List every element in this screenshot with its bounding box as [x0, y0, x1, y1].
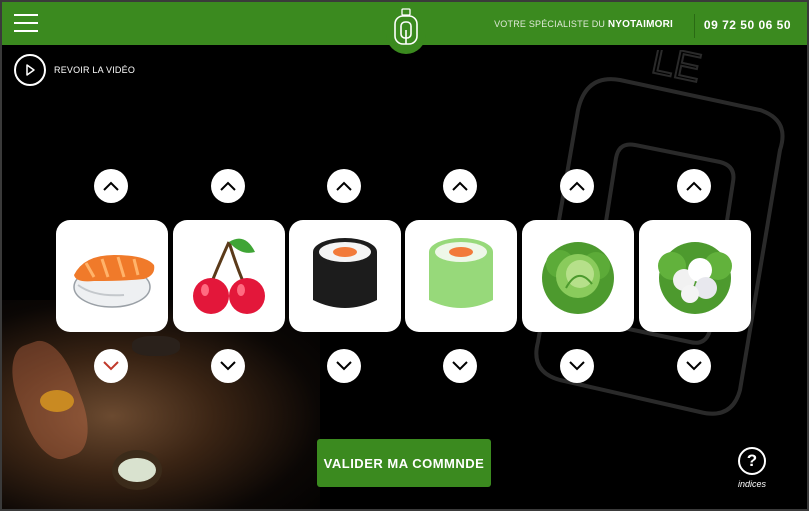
item-card-cherries[interactable]: [173, 220, 285, 332]
cabbage-icon: [542, 242, 614, 314]
cauliflower-icon: [658, 242, 732, 314]
chevron-up-icon[interactable]: [94, 169, 128, 203]
phone-number[interactable]: 09 72 50 06 50: [704, 18, 791, 32]
chevron-down-icon[interactable]: [94, 349, 128, 383]
replay-video-button[interactable]: REVOIR LA VIDÉO: [14, 54, 135, 86]
chevron-up-icon[interactable]: [443, 169, 477, 203]
item-card-black-maki[interactable]: [289, 220, 401, 332]
chevron-down-icon[interactable]: [211, 349, 245, 383]
logo[interactable]: [386, 2, 426, 54]
validate-order-button[interactable]: VALIDER MA COMMNDE: [317, 439, 491, 487]
svg-text:LE: LE: [648, 50, 705, 91]
black-maki-icon: [313, 238, 377, 308]
salmon-nigiri-icon: [73, 255, 155, 308]
item-card-green-cabbage[interactable]: [522, 220, 634, 332]
chevron-up-icon[interactable]: [327, 169, 361, 203]
hamburger-icon[interactable]: [14, 14, 38, 32]
chevron-down-icon[interactable]: [327, 349, 361, 383]
chevron-down-icon[interactable]: [677, 349, 711, 383]
chevron-down-icon[interactable]: [560, 349, 594, 383]
replay-video-label: REVOIR LA VIDÉO: [54, 65, 136, 75]
header-divider: [694, 14, 695, 38]
green-maki-icon: [429, 238, 493, 308]
hints-label: indices: [737, 479, 766, 489]
item-card-salmon-nigiri[interactable]: [56, 220, 168, 332]
tagline-brand: NYOTAIMORI: [607, 19, 673, 30]
chevron-down-icon[interactable]: [443, 349, 477, 383]
header-tagline: VOTRE SPÉCIALISTE DU NYOTAIMORI: [494, 19, 673, 30]
item-card-green-maki[interactable]: [405, 220, 517, 332]
chevron-up-icon[interactable]: [211, 169, 245, 203]
question-icon: ?: [738, 447, 766, 475]
cherry-icon: [193, 238, 265, 314]
hints-button[interactable]: ? indices: [735, 447, 769, 489]
chevron-up-icon[interactable]: [560, 169, 594, 203]
tagline-text: VOTRE SPÉCIALISTE DU: [494, 19, 606, 29]
item-card-cauliflower[interactable]: [639, 220, 751, 332]
play-icon: [14, 54, 46, 86]
chevron-up-icon[interactable]: [677, 169, 711, 203]
nyotaimori-logo-icon: [394, 8, 418, 45]
